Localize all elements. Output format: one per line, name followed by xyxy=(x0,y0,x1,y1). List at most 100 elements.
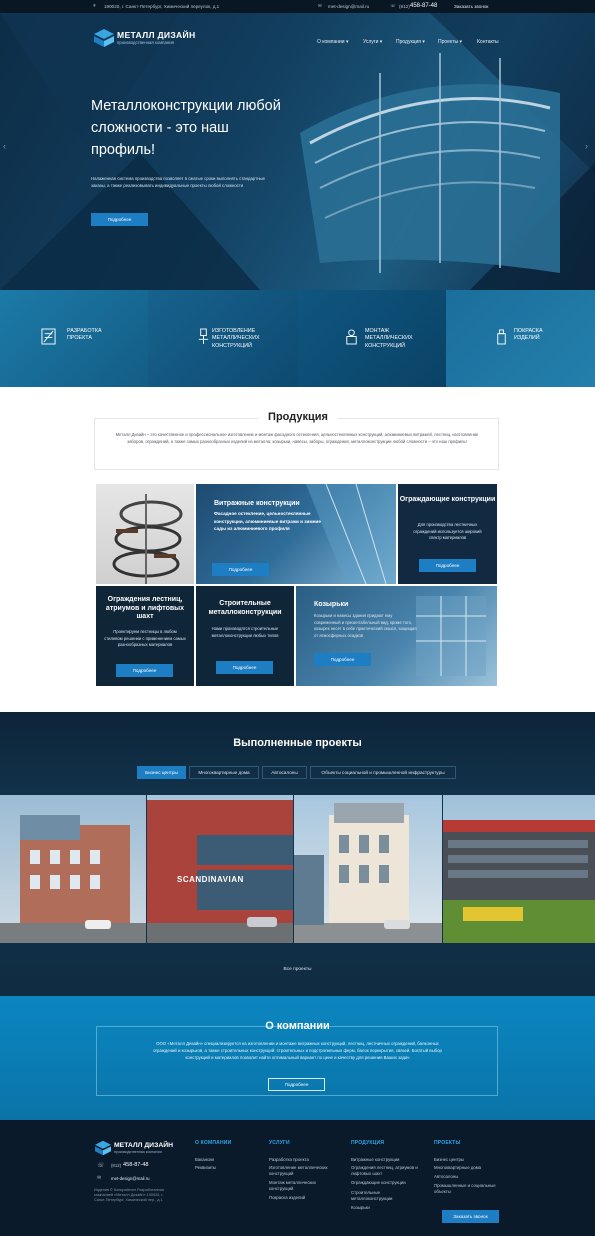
phone-icon: ☏ xyxy=(97,1163,105,1169)
nav-projects[interactable]: Проекты ▾ xyxy=(438,39,462,45)
installer-icon xyxy=(346,329,357,345)
about-more-button[interactable]: Подробнее xyxy=(268,1078,325,1091)
building-image xyxy=(147,800,293,943)
products-title: Продукция xyxy=(268,411,328,423)
phone-number[interactable]: 458-87-48 xyxy=(410,3,437,9)
nav-contacts[interactable]: Контакты xyxy=(477,39,499,45)
footer-link[interactable]: Изготовление металлических конструкций xyxy=(269,1165,335,1176)
footer-col-heading[interactable]: УСЛУГИ xyxy=(269,1140,290,1146)
arrow-right-icon[interactable]: › xyxy=(585,141,588,151)
logo-cube-icon[interactable] xyxy=(93,28,115,48)
building-image xyxy=(0,815,146,943)
hero-section: МЕТАЛЛ ДИЗАЙН производственная компания … xyxy=(0,13,595,290)
footer-col-heading[interactable]: О КОМПАНИИ xyxy=(195,1140,231,1146)
about-title: О компании xyxy=(265,1020,330,1032)
footer-phone-prefix: (812) xyxy=(111,1163,122,1168)
staircase-image xyxy=(112,494,183,584)
footer-link[interactable]: Многоквартирные дома xyxy=(434,1165,502,1171)
service-label: ИЗГОТОВЛЕНИЕ МЕТАЛЛИЧЕСКИХ КОНСТРУКЦИЙ xyxy=(212,328,260,349)
product-card-canopies[interactable]: Козырьки Козырьки и навесы здания придаю… xyxy=(296,586,497,686)
project-photo-3[interactable] xyxy=(294,795,442,943)
footer-col-heading[interactable]: ПРОЕКТЫ xyxy=(434,1140,461,1146)
footer-link[interactable]: Монтаж металлических конструкций xyxy=(269,1180,335,1191)
card-more-button[interactable]: Подробнее xyxy=(116,664,173,677)
email-link[interactable]: met-design@mail.ru xyxy=(328,4,369,9)
card-title: Козырьки xyxy=(314,601,349,608)
tab-apartment-buildings[interactable]: Многоквартирные дома xyxy=(189,766,259,779)
building-image xyxy=(443,820,595,943)
tab-car-dealerships[interactable]: Автосалоны xyxy=(262,766,307,779)
footer-brand-tagline: производственная компания xyxy=(114,1150,162,1154)
footer-link[interactable]: Покраска изделий xyxy=(269,1195,335,1201)
address-text: 190020, г. Санкт-Петербург, Химический п… xyxy=(104,4,220,9)
spiral-stair-photo xyxy=(96,484,194,584)
card-more-button[interactable]: Подробнее xyxy=(314,653,371,666)
footer-link[interactable]: Разработка проекта xyxy=(269,1157,339,1163)
card-title: Витражные конструкции xyxy=(214,500,300,507)
blueprint-icon xyxy=(41,328,56,345)
brand-name[interactable]: МЕТАЛЛ ДИЗАЙН xyxy=(117,30,196,40)
all-projects-link[interactable]: Все проекты xyxy=(0,967,595,972)
footer-link[interactable]: Промышленные и социальные объекты xyxy=(434,1183,500,1194)
card-more-button[interactable]: Подробнее xyxy=(212,563,269,576)
chevron-down-icon: ▾ xyxy=(379,39,383,45)
hero-description: Налаженная система производства позволяе… xyxy=(91,176,266,188)
welding-icon xyxy=(198,328,209,344)
hero-title: Металлоконструкции любой сложности - это… xyxy=(91,98,281,158)
spray-can-icon xyxy=(497,329,506,345)
card-more-button[interactable]: Подробнее xyxy=(419,559,476,572)
footer-link[interactable]: Ограждающие конструкции xyxy=(351,1180,417,1186)
service-item-installation[interactable]: МОНТАЖ МЕТАЛЛИЧЕСКИХ КОНСТРУКЦИЙ xyxy=(298,290,446,387)
card-more-button[interactable]: Подробнее xyxy=(216,661,273,674)
footer-link[interactable]: Бизнес центры xyxy=(434,1157,502,1163)
nav-services[interactable]: Услуги ▾ xyxy=(363,39,382,45)
phone-icon: ☏ xyxy=(390,3,396,8)
product-card-building-structures[interactable]: Строительные металлоконструкции Нами про… xyxy=(196,586,294,686)
service-item-manufacturing[interactable]: ИЗГОТОВЛЕНИЕ МЕТАЛЛИЧЕСКИХ КОНСТРУКЦИЙ xyxy=(148,290,298,387)
product-card-stained-glass[interactable]: Витражные конструкции Фасадное остеклени… xyxy=(196,484,396,584)
footer-link[interactable]: Козырьки xyxy=(351,1205,417,1211)
chevron-down-icon: ▾ xyxy=(459,39,462,45)
callback-link[interactable]: Заказать звонок xyxy=(454,4,488,9)
nav-products[interactable]: Продукция ▾ xyxy=(396,39,425,45)
footer-col-heading[interactable]: ПРОДУКЦИЯ xyxy=(351,1140,384,1146)
logo-cube-icon[interactable] xyxy=(94,1140,112,1156)
service-item-painting[interactable]: ПОКРАСКА ИЗДЕЛИЙ xyxy=(446,290,595,387)
top-bar: ⌾ 190020, г. Санкт-Петербург, Химический… xyxy=(0,0,595,13)
product-card-stair-railings[interactable]: Ограждения лестниц, атриумов и лифтовых … xyxy=(96,586,194,686)
product-card-fencing[interactable]: Ограждающие конструкции Для производства… xyxy=(398,484,497,584)
service-label: МОНТАЖ МЕТАЛЛИЧЕСКИХ КОНСТРУКЦИЙ xyxy=(365,328,413,349)
nav-about[interactable]: О компании ▾ xyxy=(317,39,348,45)
footer-link[interactable]: Строительные металлоконструкции xyxy=(351,1190,417,1201)
phone-prefix: (812) xyxy=(399,4,410,9)
footer xyxy=(0,1120,595,1236)
products-description: Металл Дизайн – это качественное и профе… xyxy=(115,432,479,444)
project-photo-1[interactable] xyxy=(0,795,146,943)
footer-email[interactable]: met-design@mail.ru xyxy=(111,1176,150,1181)
projects-title: Выполненные проекты xyxy=(233,737,362,749)
footer-link[interactable]: Автосалоны xyxy=(434,1174,502,1180)
footer-link[interactable]: Реквизиты xyxy=(195,1165,216,1171)
tab-infrastructure[interactable]: Объекты социальной и промышленной инфрас… xyxy=(310,766,456,779)
arrow-left-icon[interactable]: ‹ xyxy=(3,141,6,151)
map-pin-icon: ⌾ xyxy=(93,3,96,8)
mail-icon: ✉ xyxy=(318,3,322,8)
footer-brand-name[interactable]: МЕТАЛЛ ДИЗАЙН xyxy=(114,1142,173,1149)
card-description: Проектируем лестницы в любом стилевом ре… xyxy=(104,629,186,647)
footer-phone[interactable]: 458-87-48 xyxy=(123,1162,149,1168)
hero-more-button[interactable]: Подробнее xyxy=(91,213,148,226)
chevron-down-icon: ▾ xyxy=(422,39,425,45)
project-photo-2[interactable]: SCANDINAVIAN xyxy=(147,795,293,943)
card-title: Ограждающие конструкции xyxy=(399,496,496,503)
service-label: РАЗРАБОТКА ПРОЕКТА xyxy=(67,328,102,342)
project-photo-4[interactable] xyxy=(443,795,595,943)
building-image xyxy=(294,803,442,943)
footer-link[interactable]: Ограждения лестниц, атриумов и лифтовых … xyxy=(351,1165,419,1176)
services-strip: РАЗРАБОТКА ПРОЕКТА ИЗГОТОВЛЕНИЕ МЕТАЛЛИЧ… xyxy=(0,290,595,387)
footer-callback-button[interactable]: Заказать звонок xyxy=(442,1210,499,1223)
footer-link[interactable]: Витражные конструкции xyxy=(351,1157,417,1163)
card-description: Фасадное остекление, цельностеклянные ко… xyxy=(214,511,321,531)
service-item-design[interactable]: РАЗРАБОТКА ПРОЕКТА xyxy=(0,290,148,387)
footer-link[interactable]: Вакансии xyxy=(195,1157,214,1163)
tab-business-centers[interactable]: Бизнес центры xyxy=(137,766,186,779)
